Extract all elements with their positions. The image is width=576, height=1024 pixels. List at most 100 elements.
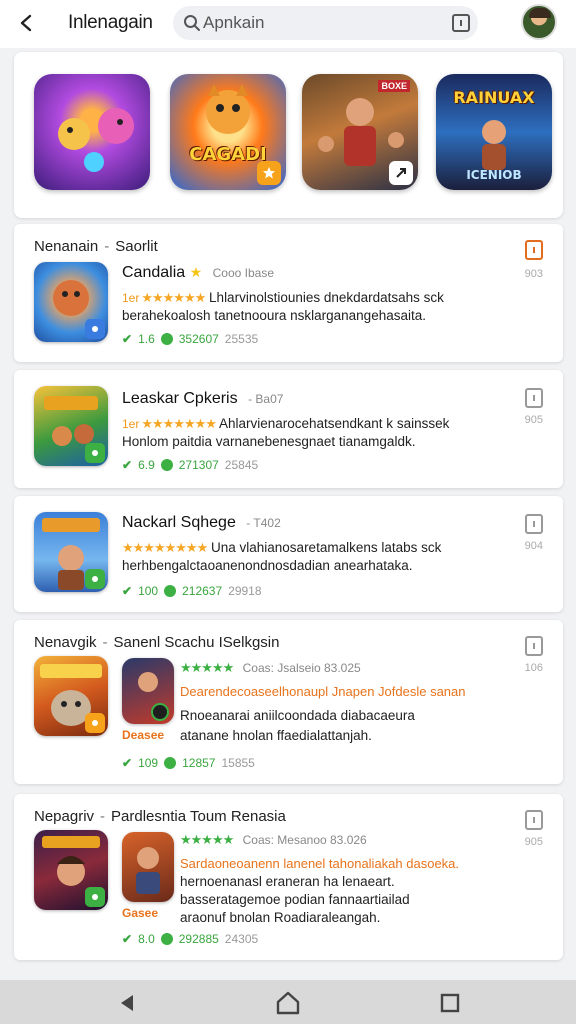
small-label: Gasee [122, 906, 159, 920]
stats-row: ✔ 1.6 352607 25535 [122, 332, 258, 346]
page-title: Inlenagain [68, 12, 153, 33]
stat-value: 8.0 [138, 932, 155, 946]
system-navigation-bar [0, 980, 576, 1024]
status-dot-icon [160, 459, 173, 471]
stat-value: 25845 [224, 458, 259, 472]
status-dot-icon [160, 333, 173, 345]
status-dot-icon [164, 585, 177, 597]
description-line-4: araonuf bnolan Roadiaraleangah. [180, 910, 381, 925]
search-input[interactable] [203, 10, 443, 36]
stat-value: 1.6 [138, 332, 155, 346]
rating-prefix: 1er [122, 291, 140, 305]
card-heading-separator: - [104, 238, 110, 255]
app-icon[interactable] [34, 386, 108, 466]
featured-subtitle: ICENIOB [466, 168, 522, 182]
stat-value: 24305 [224, 932, 259, 946]
featured-carousel: CAGADI BOXE RAINUAX ICENIOB [14, 52, 563, 218]
badge-icon [85, 319, 105, 339]
featured-game-tile-3[interactable]: BOXE [302, 74, 418, 190]
description-text: Lhlarvinolstiounies dnekdardatsahs sck [209, 290, 444, 305]
bookmark-icon[interactable] [525, 514, 543, 534]
card-heading-left: Nenanain [34, 238, 99, 255]
nav-home-icon[interactable] [275, 990, 301, 1016]
app-name: Candalia [122, 264, 186, 281]
check-icon: ✔ [122, 932, 133, 946]
app-meta: - Ba07 [248, 392, 284, 406]
voice-search-icon[interactable] [452, 14, 470, 32]
secondary-app-icon[interactable] [122, 832, 174, 902]
app-icon[interactable] [34, 512, 108, 592]
stat-value: 25535 [224, 332, 259, 346]
card-heading: Nenanain - Saorlit [34, 238, 158, 255]
card-heading-separator: - [100, 808, 106, 825]
app-name: Nackarl Sqhege [122, 514, 236, 531]
app-name-row: Nackarl Sqhege - T402 [122, 514, 281, 532]
app-card[interactable]: Nenanain - Saorlit Candalia ★ Cooo Ibase 1… [14, 224, 563, 362]
description-line-1: 1er ★★★★★★ Lhlarvinolstiounies dnekdardat… [122, 290, 444, 306]
game-art-icon [58, 108, 134, 172]
rating-stars: ★★★★★ [180, 660, 234, 675]
small-label: Deasee [122, 728, 165, 742]
back-arrow-icon[interactable] [14, 10, 40, 36]
app-card[interactable]: Nenavgik - Sanenl Scachu ISelkgsin Deasee … [14, 620, 563, 784]
description-line-1: ★★★★★★★★ Una vlahianosaretamalkens latab… [122, 540, 441, 556]
app-icon[interactable] [34, 262, 108, 342]
secondary-app-icon[interactable] [122, 658, 174, 724]
side-count: 106 [524, 662, 543, 674]
featured-game-tile-2[interactable]: CAGADI [170, 74, 286, 190]
app-card[interactable]: Nepagriv - Pardlesntia Toum Renasia Gasee … [14, 794, 563, 960]
game-art-icon [138, 672, 169, 721]
top-app-bar: Inlenagain [0, 0, 576, 48]
description-line-3: atanane hnolan ffaedialattanjah. [180, 728, 372, 743]
description-text: Una vlahianosaretamalkens latabs sck [211, 540, 442, 555]
stat-value: 271307 [178, 458, 219, 472]
description-line-3: basseratagemoe podian fannaartiailad [180, 892, 410, 907]
description-line-2: hernoenanasl eraneran ha lenaeart. [180, 874, 395, 889]
bookmark-icon[interactable] [525, 810, 543, 830]
side-count: 903 [524, 268, 543, 280]
search-icon [183, 14, 201, 37]
description-line-2: Honlom paitdia varnanebenesgnaet tianamg… [122, 434, 416, 449]
check-icon: ✔ [122, 458, 133, 472]
app-meta: Coas: Jsalseio 83.025 [242, 661, 361, 675]
app-name: Leaskar Cpkeris [122, 390, 238, 407]
app-card[interactable]: Nackarl Sqhege - T402 ★★★★★★★★ Una vlahi… [14, 496, 563, 612]
nav-recents-icon[interactable] [437, 990, 463, 1016]
nav-back-icon[interactable] [114, 990, 140, 1016]
app-icon[interactable] [34, 830, 108, 910]
app-meta: Cooo Ibase [212, 266, 275, 280]
stat-value: 29918 [228, 584, 262, 598]
bookmark-icon[interactable] [525, 240, 543, 260]
featured-game-tile-4[interactable]: RAINUAX ICENIOB [436, 74, 552, 190]
app-name-row: Candalia ★ Cooo Ibase [122, 264, 274, 282]
stat-value: 212637 [182, 584, 223, 598]
stats-row: ✔ 109 12857 15855 [122, 756, 255, 770]
description-line-1: Sardaoneoanenn lanenel tahonaliakah daso… [180, 856, 460, 871]
star-icon: ★ [189, 264, 203, 280]
stats-row: ✔ 100 212637 29918 [122, 584, 262, 598]
bookmark-icon[interactable] [525, 388, 543, 408]
stat-value: 100 [138, 584, 159, 598]
check-icon: ✔ [122, 756, 133, 770]
side-count: 905 [524, 836, 543, 848]
rating-stars: ★★★★★★★ [141, 416, 217, 431]
description-text: Ahlarvienarocehatsendkant k sainssek [218, 416, 450, 431]
status-dot-icon [160, 933, 173, 945]
featured-game-tile-1[interactable] [34, 74, 150, 190]
share-badge-icon [389, 161, 413, 185]
app-name-row: ★★★★★ Coas: Mesanoo 83.026 [180, 832, 367, 848]
search-bar[interactable] [173, 6, 478, 40]
app-icon[interactable] [34, 656, 108, 736]
bookmark-icon[interactable] [525, 636, 543, 656]
app-card[interactable]: Leaskar Cpkeris - Ba07 1er ★★★★★★★ Ahlarv… [14, 370, 563, 488]
avatar[interactable] [521, 4, 557, 40]
badge-icon [85, 887, 105, 907]
app-name-row: ★★★★★ Coas: Jsalseio 83.025 [180, 660, 361, 676]
status-dot-icon [164, 757, 177, 769]
badge-icon [85, 443, 105, 463]
stat-value: 109 [138, 756, 159, 770]
card-heading-right: Sanenl Scachu ISelkgsin [113, 634, 280, 651]
card-heading-left: Nenavgik [34, 634, 97, 651]
card-heading: Nepagriv - Pardlesntia Toum Renasia [34, 808, 286, 825]
stats-row: ✔ 6.9 271307 25845 [122, 458, 258, 472]
